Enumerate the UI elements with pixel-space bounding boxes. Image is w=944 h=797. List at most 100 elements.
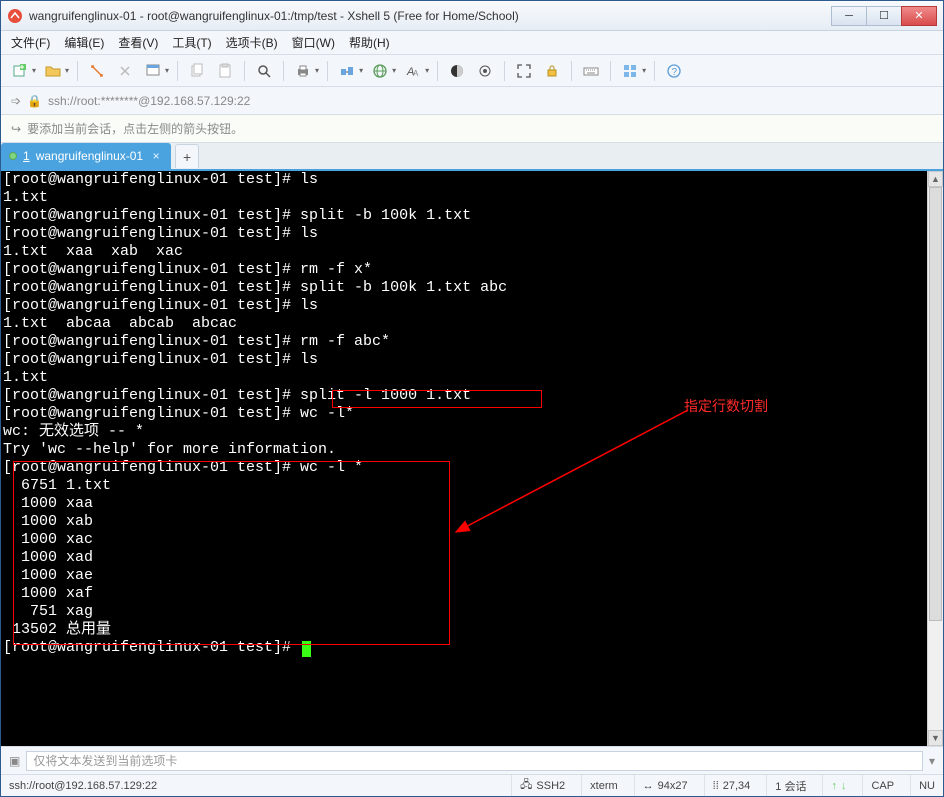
highlight-button[interactable] [474,60,496,82]
tab-number: 1 [23,149,30,163]
layout-button[interactable]: ▾ [619,60,646,82]
window-title: wangruifenglinux-01 - root@wangruifengli… [29,9,832,23]
encoding-button[interactable]: ▾ [369,60,396,82]
terminal-output-line: 1.txt [3,369,507,387]
status-connection: ssh://root@192.168.57.129:22 [9,775,157,796]
terminal-prompt-line: [root@wangruifenglinux-01 test]# wc -l* [3,405,507,423]
terminal-prompt-line: [root@wangruifenglinux-01 test]# ls [3,297,507,315]
maximize-button[interactable]: ☐ [866,6,902,26]
tab-label: wangruifenglinux-01 [36,149,143,163]
svg-text:A: A [413,69,419,78]
terminal-prompt-line: [root@wangruifenglinux-01 test]# split -… [3,279,507,297]
terminal-output[interactable]: [root@wangruifenglinux-01 test]# ls1.txt… [3,171,507,657]
active-tab[interactable]: 1 wangruifenglinux-01 × [1,143,171,169]
fullscreen-button[interactable] [513,60,535,82]
add-session-arrow-icon[interactable]: ➩ [11,94,21,108]
copy-button[interactable] [186,60,208,82]
terminal-output-line: 1.txt abcaa abcab abcac [3,315,507,333]
color-scheme-button[interactable] [446,60,468,82]
lock-button[interactable] [541,60,563,82]
properties-button[interactable]: ▾ [142,60,169,82]
status-numlock: NU [910,775,935,796]
terminal-output-line: Try 'wc --help' for more information. [3,441,507,459]
terminal-area[interactable]: [root@wangruifenglinux-01 test]# ls1.txt… [1,171,943,746]
menu-tools[interactable]: 工具(T) [172,34,211,51]
status-bar: ssh://root@192.168.57.129:22 🖧 SSH2 xter… [1,774,943,796]
tab-close-button[interactable]: × [149,149,163,163]
terminal-output-line: 1000 xac [3,531,507,549]
minimize-button[interactable]: ─ [831,6,867,26]
terminal-output-line: 1000 xae [3,567,507,585]
ssh-icon: 🖧 [520,776,532,795]
terminal-prompt-line: [root@wangruifenglinux-01 test]# ls [3,225,507,243]
status-termtype: xterm [581,775,618,796]
window-titlebar: wangruifenglinux-01 - root@wangruifengli… [1,1,943,31]
terminal-prompt-line: [root@wangruifenglinux-01 test]# split -… [3,387,507,405]
status-protocol: 🖧 SSH2 [511,775,565,796]
status-network-icon: ↑↓ [822,775,846,796]
terminal-output-line: 1.txt [3,189,507,207]
terminal-prompt-line: [root@wangruifenglinux-01 test]# [3,639,507,657]
menu-view[interactable]: 查看(V) [118,34,158,51]
help-button[interactable]: ? [663,60,685,82]
new-session-button[interactable]: ▾ [9,60,36,82]
lock-icon: 🔒 [27,94,42,108]
terminal-cursor [302,641,311,657]
terminal-output-line: 1000 xaf [3,585,507,603]
compose-input[interactable]: 仅将文本发送到当前选项卡 [26,751,923,771]
close-button[interactable]: ✕ [901,6,937,26]
menu-edit[interactable]: 编辑(E) [64,34,104,51]
menu-help[interactable]: 帮助(H) [349,34,390,51]
svg-text:?: ? [672,67,678,78]
info-bar: ↪ 要添加当前会话，点击左侧的箭头按钮。 [1,115,943,143]
toolbar: ▾ ▾ ▾ ▾ ▾ ▾ AA ▾ ▾ ? [1,55,943,87]
vertical-scrollbar[interactable]: ▲ ▼ [927,171,943,746]
terminal-prompt-line: [root@wangruifenglinux-01 test]# rm -f x… [3,261,507,279]
address-bar: ➩ 🔒 ssh://root:********@192.168.57.129:2… [1,87,943,115]
terminal-prompt-line: [root@wangruifenglinux-01 test]# rm -f a… [3,333,507,351]
address-text[interactable]: ssh://root:********@192.168.57.129:22 [48,94,933,108]
new-tab-button[interactable]: + [175,144,199,168]
terminal-output-line: 751 xag [3,603,507,621]
status-capslock: CAP [862,775,894,796]
terminal-prompt-line: [root@wangruifenglinux-01 test]# ls [3,351,507,369]
position-icon: ⁞⁞ [713,780,719,792]
terminal-output-line: wc: 无效选项 -- * [3,423,507,441]
status-size: ↔ 94x27 [634,775,688,796]
scroll-up-button[interactable]: ▲ [928,171,943,187]
terminal-prompt-line: [root@wangruifenglinux-01 test]# wc -l * [3,459,507,477]
tab-bar: 1 wangruifenglinux-01 × + [1,143,943,171]
menu-file[interactable]: 文件(F) [11,34,50,51]
terminal-prompt-line: [root@wangruifenglinux-01 test]# ls [3,171,507,189]
terminal-output-line: 1000 xad [3,549,507,567]
menu-bar: 文件(F) 编辑(E) 查看(V) 工具(T) 选项卡(B) 窗口(W) 帮助(… [1,31,943,55]
find-button[interactable] [253,60,275,82]
connection-status-icon [9,152,17,160]
terminal-output-line: 1000 xab [3,513,507,531]
menu-tab[interactable]: 选项卡(B) [226,34,278,51]
compose-dropdown-icon[interactable]: ▾ [929,754,935,768]
send-icon[interactable]: ▣ [9,754,20,768]
scroll-down-button[interactable]: ▼ [928,730,943,746]
font-button[interactable]: AA ▾ [402,60,429,82]
reconnect-button[interactable] [86,60,108,82]
compose-placeholder: 仅将文本发送到当前选项卡 [33,752,177,769]
print-button[interactable]: ▾ [292,60,319,82]
compose-bar: ▣ 仅将文本发送到当前选项卡 ▾ [1,746,943,774]
terminal-prompt-line: [root@wangruifenglinux-01 test]# split -… [3,207,507,225]
terminal-output-line: 6751 1.txt [3,477,507,495]
terminal-output-line: 1000 xaa [3,495,507,513]
paste-button[interactable] [214,60,236,82]
size-icon: ↔ [643,780,654,792]
disconnect-button[interactable] [114,60,136,82]
scroll-track[interactable] [928,187,943,730]
keyboard-button[interactable] [580,60,602,82]
terminal-output-line: 13502 总用量 [3,621,507,639]
app-icon [7,8,23,24]
menu-window[interactable]: 窗口(W) [292,34,335,51]
open-session-button[interactable]: ▾ [42,60,69,82]
scroll-thumb[interactable] [929,187,942,621]
status-sessions: 1 会话 [766,775,806,796]
annotation-label: 指定行数切割 [684,396,768,416]
xftp-button[interactable]: ▾ [336,60,363,82]
